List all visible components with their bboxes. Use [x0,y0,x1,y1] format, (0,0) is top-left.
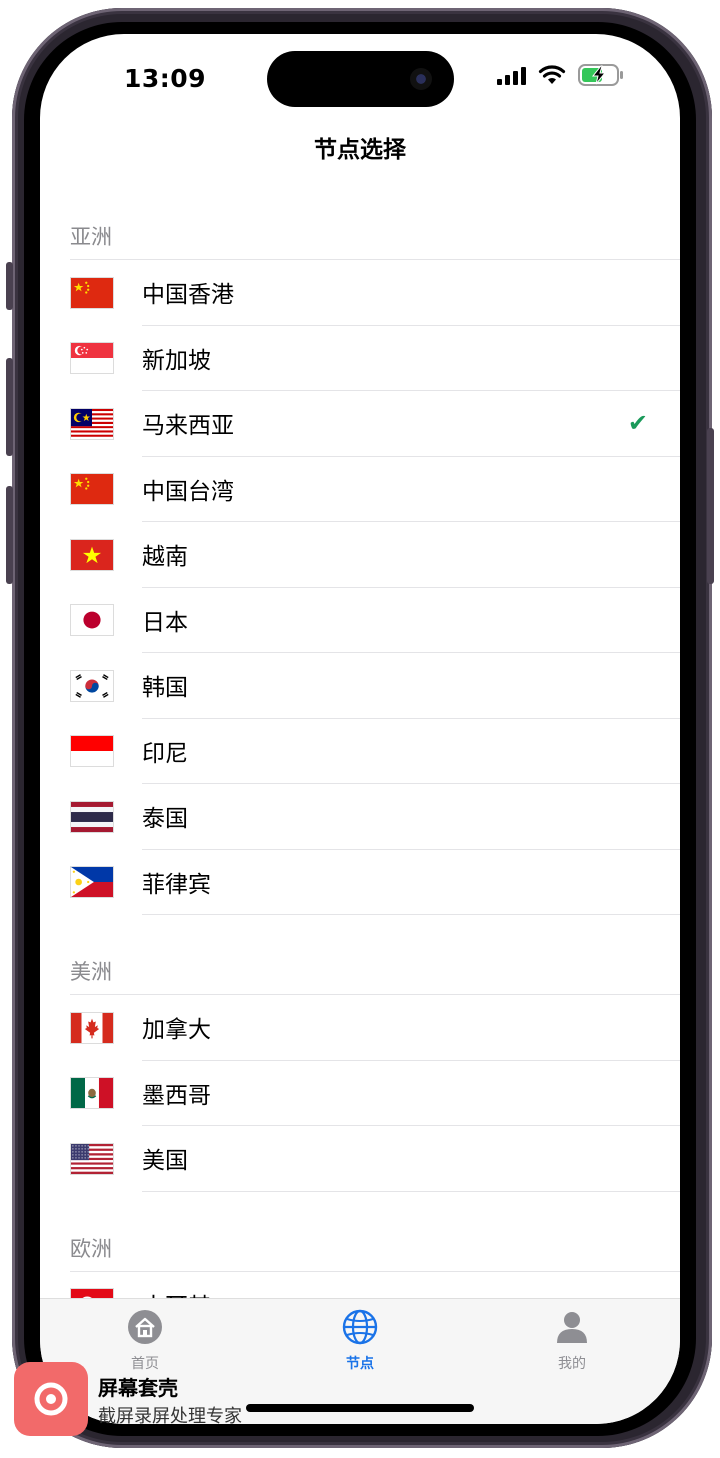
tab-profile[interactable]: 我的 [512,1309,632,1373]
node-list: 亚洲中国香港新加坡马来西亚 ✔ 中国台湾越南日本韩国印尼泰国菲律宾美洲加拿大墨西哥美… [40,202,680,1337]
node-label: 马来西亚 [142,413,234,440]
node-row-cell: 加拿大 [142,995,680,1061]
flag-japan-icon [70,604,114,637]
flag-malaysia-icon [70,407,114,440]
node-row-cell: 马来西亚 ✔ [142,391,680,457]
node-label: 墨西哥 [142,1082,211,1109]
section-header: 欧洲 [70,1214,680,1272]
flag-canada-icon [70,1011,114,1044]
tab-nodes-label: 节点 [346,1356,374,1372]
node-row[interactable]: 中国香港 [40,260,680,326]
node-label: 泰国 [142,806,188,833]
home-indicator[interactable] [246,1404,474,1412]
side-button-power [707,428,714,584]
cellular-signal-icon [497,65,526,85]
node-row[interactable]: 中国台湾 [40,457,680,522]
page-title: 节点选择 [314,137,406,163]
node-label: 印尼 [142,740,188,767]
flag-vietnam-icon [70,538,114,571]
node-row-cell: 中国香港 [142,260,680,326]
globe-icon [342,1309,378,1345]
node-label: 加拿大 [142,1017,211,1044]
side-button-volume-up [6,358,13,456]
wifi-icon [538,65,566,84]
battery-charging-icon [578,64,623,86]
node-label: 越南 [142,544,188,571]
flag-thailand-icon [70,800,114,833]
node-row[interactable]: 马来西亚 ✔ [40,391,680,457]
flag-china-icon [70,276,114,309]
status-time: 13:09 [124,64,207,93]
node-row-cell: 韩国 [142,653,680,719]
dynamic-island [267,51,454,107]
flag-indonesia-icon [70,735,114,768]
flag-usa-icon [70,1142,114,1175]
person-icon [557,1312,587,1343]
node-row[interactable]: 印尼 [40,719,680,784]
home-icon [128,1310,162,1344]
node-row-cell: 印尼 [142,719,680,784]
node-row[interactable]: 日本 [40,588,680,653]
node-row[interactable]: 新加坡 [40,326,680,391]
node-row-cell: 日本 [142,588,680,653]
screen: 13:09 节点选择 亚洲中国香港新加坡马来西亚 ✔ 中国台湾越南日本韩国印尼泰国菲… [40,34,680,1424]
watermark-app-icon [14,1362,88,1436]
status-icons [497,64,624,86]
tab-nodes[interactable]: 节点 [300,1309,420,1373]
side-button-volume-down [6,486,13,584]
node-row-cell: 美国 [142,1126,680,1192]
node-label: 美国 [142,1148,188,1175]
node-row[interactable]: 泰国 [40,784,680,850]
flag-china-icon [70,473,114,506]
flag-philippines-icon [70,866,114,899]
side-button-action [6,262,13,310]
flag-mexico-icon [70,1077,114,1110]
tab-home[interactable]: 首页 [85,1309,205,1373]
watermark-subtitle: 截屏录屏处理专家 [98,1406,242,1427]
node-label: 日本 [142,609,188,636]
camera-icon [410,68,432,90]
node-label: 中国香港 [142,282,234,309]
node-row[interactable]: 美国 [40,1126,680,1192]
watermark-title: 屏幕套壳 [98,1376,178,1400]
node-row-cell: 中国台湾 [142,457,680,522]
node-row[interactable]: 墨西哥 [40,1061,680,1126]
node-label: 菲律宾 [142,871,211,898]
node-label: 中国台湾 [142,478,234,505]
section-header: 美洲 [70,937,680,995]
flag-singapore-icon [70,342,114,375]
section-header: 亚洲 [70,202,680,260]
node-row-cell: 墨西哥 [142,1061,680,1126]
checkmark-icon: ✔ [627,409,648,438]
tab-home-label: 首页 [131,1356,159,1372]
node-row[interactable]: 越南 [40,522,680,588]
node-row-cell: 菲律宾 [142,850,680,915]
flag-korea-icon [70,669,114,702]
node-row-cell: 泰国 [142,784,680,850]
node-row-cell: 越南 [142,522,680,588]
node-row[interactable]: 菲律宾 [40,850,680,915]
tab-profile-label: 我的 [558,1356,586,1372]
node-row-cell: 新加坡 [142,326,680,391]
node-label: 韩国 [142,675,188,702]
node-row[interactable]: 加拿大 [40,995,680,1061]
node-label: 新加坡 [142,347,211,374]
node-row[interactable]: 韩国 [40,653,680,719]
